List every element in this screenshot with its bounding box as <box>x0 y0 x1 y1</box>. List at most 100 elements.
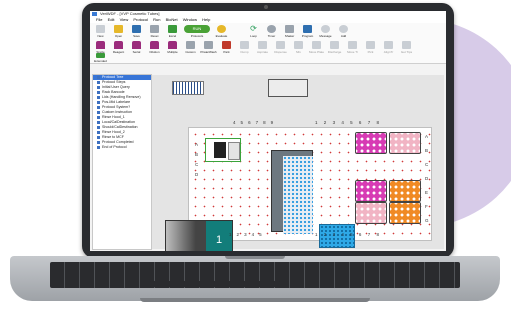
dispense-button[interactable]: Dispense <box>272 41 289 54</box>
dump-button[interactable]: Dump <box>236 41 253 54</box>
plate-lid[interactable]: 1 <box>165 220 233 251</box>
dilution-button[interactable]: Dilution <box>146 41 163 54</box>
column-label: 9 <box>270 120 274 125</box>
menu-edit[interactable]: Edit <box>108 17 115 22</box>
pink-plate[interactable] <box>355 202 387 224</box>
magenta-plate[interactable] <box>355 132 387 154</box>
column-label: 1 <box>229 232 232 237</box>
orange-plate[interactable] <box>389 202 421 224</box>
tree-item-label: End of Protocol <box>102 145 127 149</box>
move-plate-label: Move Plate <box>308 50 324 54</box>
row-label: E <box>425 190 429 195</box>
orange-plate[interactable] <box>389 180 421 202</box>
column-label: 1 <box>315 120 318 125</box>
pink-plate[interactable] <box>389 132 421 154</box>
aspirate-button[interactable]: Aspirate <box>254 41 271 54</box>
column-label: 2 <box>236 232 240 237</box>
shaker-icon <box>285 25 294 33</box>
blue-well-plate[interactable] <box>283 156 313 234</box>
mix-button[interactable]: Mix <box>290 41 307 54</box>
empty-deck-position[interactable] <box>268 79 308 97</box>
dispense-icon <box>276 41 285 49</box>
evaluate-label: Evaluate <box>215 34 228 38</box>
tube-carrier[interactable] <box>172 81 204 95</box>
column-labels-left: 4 5 6 7 8 9 <box>233 120 273 125</box>
laptop-lid: VeriWDF - [VVP Cosmetic Tubes] File Edit… <box>82 3 454 258</box>
app-icon <box>92 12 97 16</box>
aspirate-label: Aspirate <box>256 50 268 54</box>
custom-label: Custom <box>185 50 196 54</box>
menu-protocol[interactable]: Protocol <box>133 17 148 22</box>
menu-run[interactable]: Run <box>153 17 160 22</box>
tree-item-label: Lids (Handling Remove) <box>102 95 141 99</box>
tree-item-label: Should/CalDestination <box>102 125 138 129</box>
move-plate-button[interactable]: Move Plate <box>308 41 325 54</box>
row-label: D <box>425 176 429 181</box>
step-icon <box>97 106 100 109</box>
tip-block <box>214 142 226 158</box>
add-label: Add <box>340 34 347 38</box>
evaluate-button[interactable]: Evaluate <box>213 25 230 38</box>
open-button[interactable]: Open <box>110 25 127 38</box>
discharge-icon <box>330 41 339 49</box>
tree-item-label: Local/CalDestination <box>102 120 135 124</box>
reagent-icon <box>114 41 123 49</box>
run-button[interactable]: RUN Protocols <box>182 25 212 38</box>
menu-help[interactable]: Help <box>202 17 210 22</box>
column-label: 8 <box>376 232 379 237</box>
wash-icon <box>204 41 213 49</box>
new-file-icon <box>96 25 105 33</box>
discharge-button[interactable]: Discharge <box>326 41 343 54</box>
row-label: C <box>195 162 199 167</box>
step-icon <box>97 116 100 119</box>
dump-icon <box>240 41 249 49</box>
move-tr-button[interactable]: Move Tr <box>344 41 361 54</box>
reagent-button[interactable]: Reagent <box>110 41 127 54</box>
dilution-icon <box>150 41 159 49</box>
park-button[interactable]: Park <box>218 41 235 54</box>
extended-button[interactable]: Extended <box>92 53 109 63</box>
new-button[interactable]: New <box>92 25 109 38</box>
custom-button[interactable]: Custom <box>182 41 199 54</box>
open-label: Open <box>114 34 123 38</box>
tree-item-label: Rinse Hood_2 <box>102 130 125 134</box>
program-button[interactable]: Program <box>299 25 316 38</box>
menu-window[interactable]: Window <box>183 17 197 22</box>
step-icon <box>97 96 100 99</box>
row-label: A <box>425 134 429 139</box>
menu-view[interactable]: View <box>120 17 129 22</box>
custom-icon <box>186 41 195 49</box>
move-plate-icon <box>312 41 321 49</box>
move-tr-icon <box>348 41 357 49</box>
pick-button[interactable]: Pick <box>362 41 379 54</box>
column-label: 4 <box>341 120 344 125</box>
column-label: 3 <box>332 232 336 237</box>
step-icon <box>97 111 100 114</box>
step-icon <box>97 136 100 139</box>
shaker-label: Shaker <box>284 34 295 38</box>
add-button[interactable]: Add <box>335 25 352 38</box>
get-tips-button[interactable]: Get Tips <box>398 41 415 54</box>
camera-icon <box>264 5 268 9</box>
menu-file[interactable]: File <box>96 17 102 22</box>
timer-button[interactable]: Timer <box>263 25 280 38</box>
tree-item[interactable]: End of Protocol <box>93 145 151 150</box>
wash-button[interactable]: Pirate/Wash <box>200 41 217 54</box>
loop-button[interactable]: ⟳ Loop <box>245 25 262 39</box>
pick-label: Pick <box>367 50 374 54</box>
multiple-button[interactable]: Multiple <box>164 41 181 54</box>
step-icon <box>97 86 100 89</box>
align-button[interactable]: AlignTr <box>380 41 397 54</box>
step-icon <box>97 91 100 94</box>
message-button[interactable]: Message <box>317 25 334 38</box>
evaluate-icon <box>217 25 226 33</box>
message-label: Message <box>319 34 332 38</box>
tip-rack[interactable] <box>205 138 241 162</box>
reset-button[interactable]: Reset <box>146 25 163 38</box>
save-button[interactable]: Save <box>128 25 145 38</box>
excel-button[interactable]: Excel <box>164 25 181 38</box>
serial-button[interactable]: Serial <box>128 41 145 54</box>
shaker-button[interactable]: Shaker <box>281 25 298 38</box>
magenta-plate[interactable] <box>355 180 387 202</box>
menu-bionet[interactable]: BioNet <box>166 17 178 22</box>
